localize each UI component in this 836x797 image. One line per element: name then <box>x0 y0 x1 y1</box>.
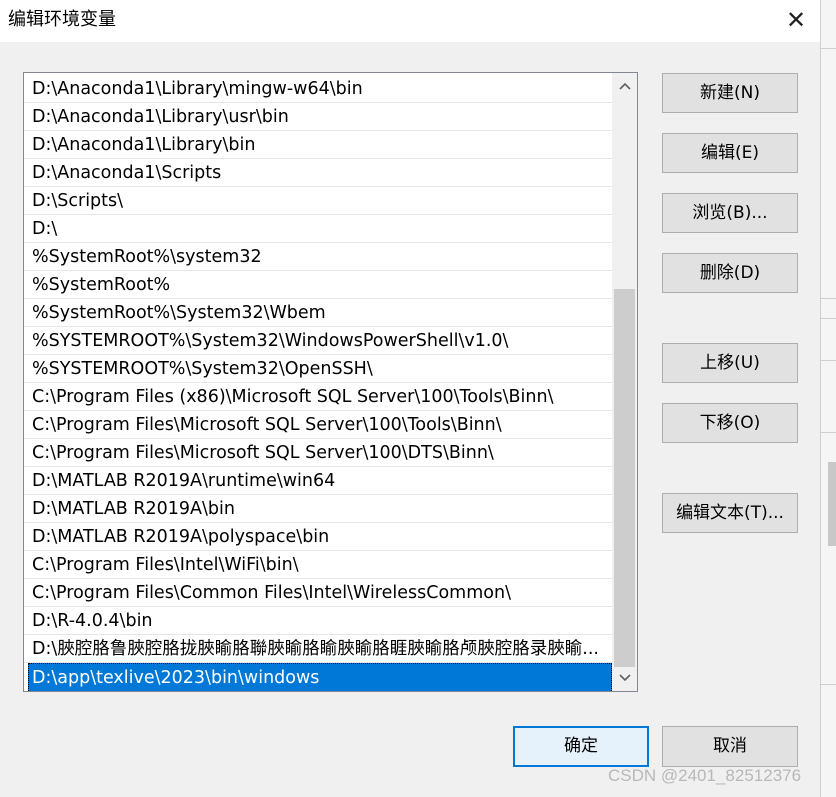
path-list-item[interactable]: %SystemRoot% <box>24 271 612 299</box>
chevron-up-icon <box>618 82 631 90</box>
path-list-item[interactable]: D:\ <box>24 215 612 243</box>
close-button[interactable]: ✕ <box>774 0 818 40</box>
background-window-edge <box>821 0 836 797</box>
path-list-item[interactable]: C:\Program Files\Microsoft SQL Server\10… <box>24 411 612 439</box>
path-list-item[interactable]: C:\Program Files\Common Files\Intel\Wire… <box>24 579 612 607</box>
path-list-item[interactable]: C:\Program Files\Microsoft SQL Server\10… <box>24 439 612 467</box>
path-list-item[interactable]: D:\Anaconda1\Library\mingw-w64\bin <box>24 75 612 103</box>
ok-button[interactable]: 确定 <box>513 726 649 767</box>
move-down-button[interactable]: 下移(O) <box>662 403 798 443</box>
path-list-item[interactable]: C:\Program Files\Intel\WiFi\bin\ <box>24 551 612 579</box>
path-list-item[interactable]: %SYSTEMROOT%\System32\OpenSSH\ <box>24 355 612 383</box>
close-icon: ✕ <box>785 6 807 34</box>
path-list: D:\Anaconda1\Library\mingw-w64\bin D:\Ana… <box>24 75 612 691</box>
edit-text-button[interactable]: 编辑文本(T)... <box>662 493 798 533</box>
path-list-item[interactable]: %SYSTEMROOT%\System32\WindowsPowerShell\… <box>24 327 612 355</box>
edge-divider <box>821 432 836 433</box>
browse-button[interactable]: 浏览(B)... <box>662 193 798 233</box>
title-bar: 编辑环境变量 ✕ <box>0 0 820 42</box>
path-list-item[interactable]: D:\MATLAB R2019A\bin <box>24 495 612 523</box>
path-list-item[interactable]: D:\R-4.0.4\bin <box>24 607 612 635</box>
path-list-item[interactable]: D:\Anaconda1\Library\usr\bin <box>24 103 612 131</box>
path-list-item[interactable]: D:\脥腔胳鲁脥腔胳拢脥睮胳聯脥睮胳睮脥睮胳睚脥睮胳颅脥腔胳录脥睮... <box>24 635 612 663</box>
path-list-item[interactable]: D:\Anaconda1\Library\bin <box>24 131 612 159</box>
edit-env-var-dialog: 编辑环境变量 ✕ D:\Anaconda1\Library\mingw-w64\… <box>0 0 821 797</box>
edge-divider <box>821 360 836 361</box>
scroll-down-button[interactable] <box>612 665 637 691</box>
chevron-down-icon <box>618 674 631 682</box>
path-list-item[interactable]: D:\app\texlive\2023\bin\windows <box>28 663 612 691</box>
delete-button[interactable]: 删除(D) <box>662 253 798 293</box>
watermark: CSDN @2401_82512376 <box>608 766 802 785</box>
path-list-item[interactable]: D:\MATLAB R2019A\polyspace\bin <box>24 523 612 551</box>
path-list-item[interactable]: D:\MATLAB R2019A\runtime\win64 <box>24 467 612 495</box>
path-list-item[interactable]: C:\Program Files (x86)\Microsoft SQL Ser… <box>24 383 612 411</box>
edge-divider <box>821 298 836 299</box>
edit-button[interactable]: 编辑(E) <box>662 133 798 173</box>
edge-scrollbar <box>828 462 836 546</box>
edge-divider <box>821 318 836 319</box>
dialog-title: 编辑环境变量 <box>8 9 116 30</box>
path-list-item[interactable]: D:\Anaconda1\Scripts <box>24 159 612 187</box>
cancel-button[interactable]: 取消 <box>662 726 798 767</box>
edge-divider <box>821 48 836 49</box>
path-list-item[interactable]: %SystemRoot%\system32 <box>24 243 612 271</box>
path-list-item[interactable]: %SystemRoot%\System32\Wbem <box>24 299 612 327</box>
move-up-button[interactable]: 上移(U) <box>662 343 798 383</box>
scroll-up-button[interactable] <box>612 73 637 99</box>
path-listbox[interactable]: D:\Anaconda1\Library\mingw-w64\bin D:\Ana… <box>23 72 638 692</box>
scroll-thumb[interactable] <box>614 289 635 667</box>
vertical-scrollbar[interactable] <box>612 73 637 691</box>
path-list-item[interactable]: D:\Scripts\ <box>24 187 612 215</box>
edge-divider <box>821 684 836 685</box>
new-button[interactable]: 新建(N) <box>662 73 798 113</box>
